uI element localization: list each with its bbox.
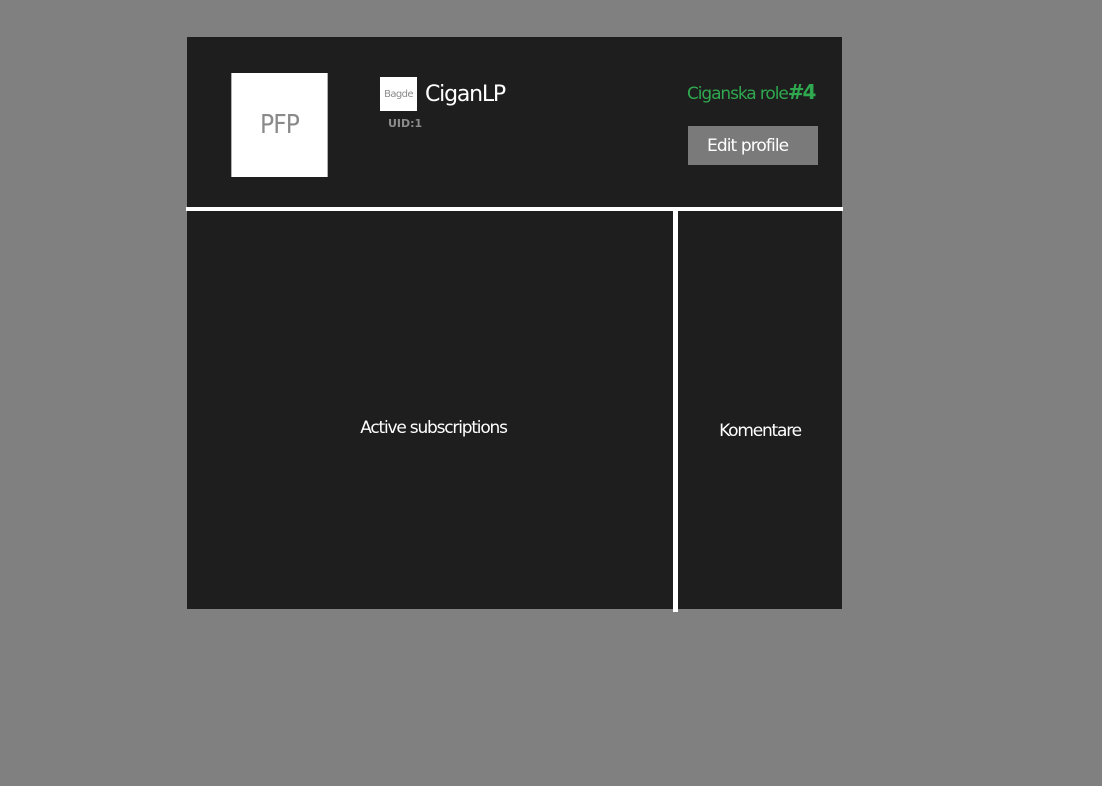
edit-profile-button[interactable]: Edit profile xyxy=(688,126,818,165)
profile-panel: PFP Bagde CiganLP UID:1 Ciganska role#4 … xyxy=(186,37,843,612)
comments-label: Komentare xyxy=(719,421,802,441)
user-role: Ciganska role#4 xyxy=(687,80,817,105)
username: CiganLP xyxy=(425,82,506,107)
badge-icon: Bagde xyxy=(380,77,417,111)
header-divider xyxy=(186,207,843,211)
role-number: #4 xyxy=(787,80,817,104)
column-divider xyxy=(673,211,678,612)
active-subscriptions-label: Active subscriptions xyxy=(360,418,508,438)
badge-placeholder-text: Bagde xyxy=(384,88,413,100)
avatar-placeholder-text: PFP xyxy=(260,110,300,140)
role-label: Ciganska role xyxy=(687,84,789,104)
user-id: UID:1 xyxy=(388,117,423,130)
avatar: PFP xyxy=(231,73,328,177)
